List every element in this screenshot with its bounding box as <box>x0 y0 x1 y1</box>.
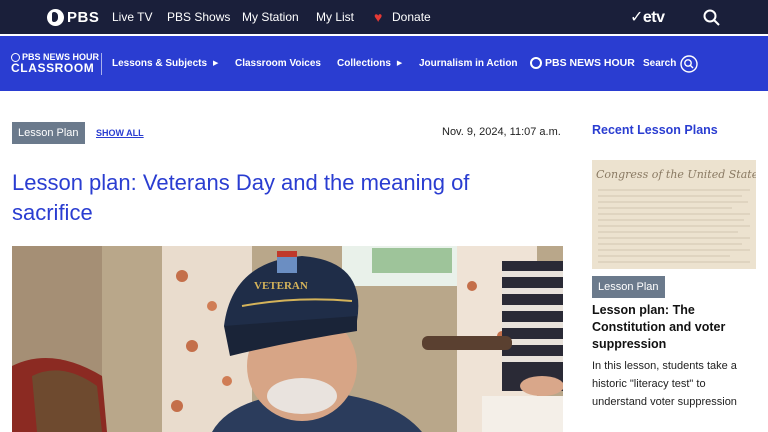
sidebar-item-title[interactable]: Lesson plan: The Constitution and voter … <box>592 302 762 353</box>
sidebar-lesson-plan-tag[interactable]: Lesson Plan <box>592 276 665 298</box>
article-title: Lesson plan: Veterans Day and the meanin… <box>12 170 470 225</box>
check-icon: ✓ <box>630 9 643 26</box>
chevron-right-icon: ▶ <box>396 60 403 67</box>
cap-text: VETERAN <box>254 280 308 292</box>
recent-lesson-plans-heading: Recent Lesson Plans <box>592 123 718 137</box>
classroom-navbar: PBS NEWS HOUR CLASSROOM Lessons & Subjec… <box>0 36 768 91</box>
search-icon[interactable] <box>703 9 720 26</box>
etv-logo[interactable]: ✓etv <box>630 7 665 27</box>
pbs-circle-icon <box>530 57 542 69</box>
nav-journalism-in-action[interactable]: Journalism in Action <box>419 58 518 69</box>
pbs-logo[interactable]: PBS <box>47 8 99 26</box>
etv-logo-text: etv <box>642 9 665 26</box>
nav-my-station[interactable]: My Station <box>242 10 299 24</box>
nav-classroom-voices-label: Classroom Voices <box>235 58 321 69</box>
hero-image-veteran: VETERAN <box>12 246 563 432</box>
constitution-thumbnail[interactable]: Congress of the United States, <box>592 160 756 269</box>
newshour-logo-text: PBS NEWS HOUR <box>545 57 635 69</box>
constitution-image: Congress of the United States, <box>592 160 756 269</box>
nav-classroom-voices[interactable]: Classroom Voices <box>235 58 321 69</box>
lesson-plan-tag[interactable]: Lesson Plan <box>12 122 85 144</box>
newshour-classroom-logo[interactable]: PBS NEWS HOUR CLASSROOM <box>11 52 101 76</box>
nav-lessons-subjects[interactable]: Lessons & Subjects ▶ <box>112 58 218 69</box>
logo-big-text: CLASSROOM <box>11 61 95 75</box>
nav-lessons-subjects-label: Lessons & Subjects <box>112 58 208 69</box>
donate-label: Donate <box>392 10 431 24</box>
veteran-photo: VETERAN <box>12 246 563 432</box>
chevron-right-icon: ▶ <box>213 60 219 67</box>
pbs-logo-text: PBS <box>67 8 100 26</box>
nav-pbs-shows[interactable]: PBS Shows <box>167 10 230 24</box>
nav-live-tv[interactable]: Live TV <box>112 10 152 24</box>
pbs-top-bar: PBS Live TV PBS Shows My Station My List… <box>0 0 768 36</box>
nav-collections[interactable]: Collections ▶ <box>337 58 402 69</box>
nav-search-icon[interactable] <box>680 55 698 73</box>
heart-icon: ♥ <box>374 9 383 25</box>
pbs-newshour-logo[interactable]: PBS NEWS HOUR <box>530 57 635 69</box>
pbs-head-icon <box>47 8 64 26</box>
nav-my-list[interactable]: My List <box>316 10 354 24</box>
nav-search-label[interactable]: Search <box>643 58 676 69</box>
article-dateline: Nov. 9, 2024, 11:07 a.m. <box>442 126 561 138</box>
thumb-caption: Congress of the United States, <box>596 168 756 181</box>
nav-collections-label: Collections <box>337 58 391 69</box>
logo-divider <box>101 53 102 75</box>
sidebar-item-description: In this lesson, students take a historic… <box>592 360 737 408</box>
show-all-link[interactable]: SHOW ALL <box>96 128 144 138</box>
donate-link[interactable]: ♥ Donate <box>374 10 431 24</box>
nav-journalism-label: Journalism in Action <box>419 58 518 69</box>
